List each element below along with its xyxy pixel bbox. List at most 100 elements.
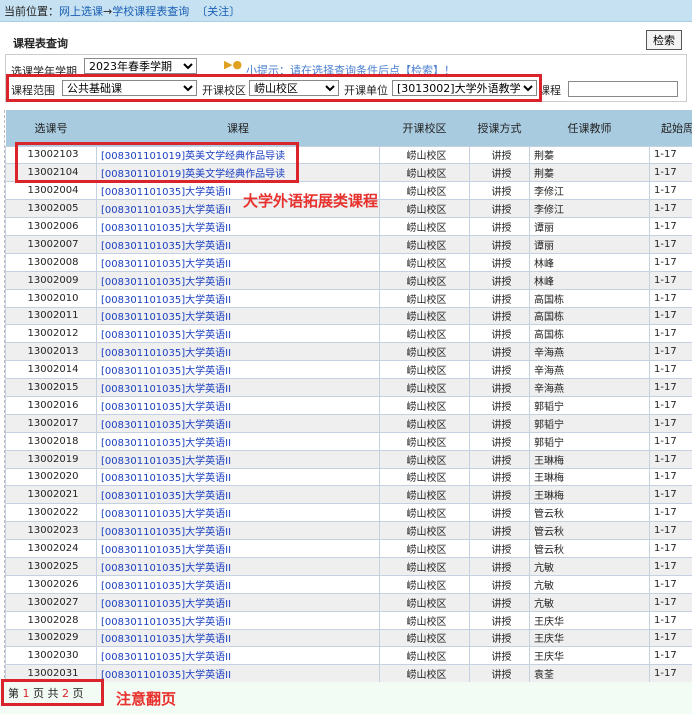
course-link[interactable]: [008301101035]大学英语II [101, 348, 231, 359]
cell-teacher: 谭丽 [529, 217, 650, 236]
search-button[interactable]: 检索 [646, 30, 682, 50]
course-link[interactable]: [008301101035]大学英语II [101, 599, 231, 610]
cell-selection-id: 13002018 [5, 431, 97, 451]
cell-weeks: 1-17 [649, 431, 692, 451]
cell-course-link: [008301101035]大学英语II [96, 574, 380, 594]
cell-weeks: 1-17 [649, 467, 692, 487]
course-link[interactable]: [008301101035]大学英语II [101, 205, 231, 216]
cell-method: 讲授 [469, 413, 530, 433]
table-row: 13002016 [008301101035]大学英语II 崂山校区 讲授 郭韬宁 1-1… [5, 395, 692, 415]
breadcrumb-label: 当前位置： [4, 5, 59, 18]
course-link[interactable]: [008301101035]大学英语II [101, 438, 231, 449]
cell-weeks: 1-17 [649, 217, 692, 236]
header-col-course: 课程 [96, 110, 380, 146]
course-link[interactable]: [008301101035]大学英语II [101, 456, 231, 467]
table-row: 13002028 [008301101035]大学英语II 崂山校区 讲授 王庆华 1-1… [5, 610, 692, 630]
cell-method: 讲授 [469, 342, 530, 362]
cell-course-link: [008301101035]大学英语II [96, 342, 380, 362]
course-link[interactable]: [008301101035]大学英语II [101, 312, 231, 323]
cell-weeks: 1-17 [649, 360, 692, 380]
cell-selection-id: 13002006 [5, 217, 97, 236]
course-link[interactable]: [008301101035]大学英语II [101, 259, 231, 270]
cell-selection-id: 13002014 [5, 360, 97, 380]
cell-campus: 崂山校区 [379, 252, 470, 272]
cell-teacher: 李修江 [529, 199, 650, 219]
course-link[interactable]: [008301101035]大学英语II [101, 509, 231, 520]
cell-method: 讲授 [469, 217, 530, 236]
cell-teacher: 王庆华 [529, 646, 650, 666]
cell-teacher: 王庆华 [529, 628, 650, 648]
course-link[interactable]: [008301101035]大学英语II [101, 634, 231, 645]
table-row: 13002031 [008301101035]大学英语II 崂山校区 讲授 袁荃 1-17 [5, 664, 692, 684]
cell-weeks: 1-17 [649, 556, 692, 576]
page-title: 课程表查询 [13, 37, 68, 50]
course-link[interactable]: [008301101035]大学英语II [101, 617, 231, 628]
cell-weeks: 1-17 [649, 234, 692, 254]
course-link[interactable]: [008301101035]大学英语II [101, 241, 231, 252]
course-link[interactable]: [008301101035]大学英语II [101, 545, 231, 556]
cell-campus: 崂山校区 [379, 270, 470, 290]
course-link[interactable]: [008301101035]大学英语II [101, 402, 231, 413]
cell-selection-id: 13002022 [5, 503, 97, 523]
cell-selection-id: 13002016 [5, 395, 97, 415]
cell-selection-id: 13002011 [5, 306, 97, 326]
course-link[interactable]: [008301101035]大学英语II [101, 652, 231, 663]
breadcrumb-link-online-selection[interactable]: 网上选课 [59, 5, 103, 18]
cell-campus: 崂山校区 [379, 574, 470, 594]
course-link[interactable]: [008301101035]大学英语II [101, 420, 231, 431]
cell-course-link: [008301101035]大学英语II [96, 306, 380, 326]
cell-teacher: 管云秋 [529, 539, 650, 558]
course-link[interactable]: [008301101035]大学英语II [101, 187, 231, 198]
cell-weeks: 1-17 [649, 628, 692, 648]
cell-campus: 崂山校区 [379, 181, 470, 201]
cell-course-link: [008301101035]大学英语II [96, 467, 380, 487]
table-row: 13002008 [008301101035]大学英语II 崂山校区 讲授 林峰 1-17 [5, 252, 692, 272]
course-link[interactable]: [008301101035]大学英语II [101, 223, 231, 234]
cell-course-link: [008301101035]大学英语II [96, 234, 380, 254]
cell-campus: 崂山校区 [379, 378, 470, 397]
cell-course-link: [008301101035]大学英语II [96, 324, 380, 344]
cell-campus: 崂山校区 [379, 234, 470, 254]
course-link[interactable]: [008301101035]大学英语II [101, 670, 231, 681]
cell-method: 讲授 [469, 378, 530, 397]
table-row: 13002014 [008301101035]大学英语II 崂山校区 讲授 辛海燕 1-1… [5, 360, 692, 380]
course-link[interactable]: [008301101035]大学英语II [101, 581, 231, 592]
cell-method: 讲授 [469, 234, 530, 254]
course-input[interactable] [568, 81, 678, 97]
cell-method: 讲授 [469, 360, 530, 380]
cell-teacher: 管云秋 [529, 503, 650, 523]
table-row: 13002019 [008301101035]大学英语II 崂山校区 讲授 王琳梅 1-1… [5, 449, 692, 469]
course-link[interactable]: [008301101035]大学英语II [101, 384, 231, 395]
cell-method: 讲授 [469, 145, 530, 165]
course-link[interactable]: [008301101035]大学英语II [101, 277, 231, 288]
cell-course-link: [008301101035]大学英语II [96, 539, 380, 558]
course-link[interactable]: [008301101035]大学英语II [101, 491, 231, 502]
cell-campus: 崂山校区 [379, 360, 470, 380]
cell-weeks: 1-17 [649, 610, 692, 630]
course-link[interactable]: [008301101035]大学英语II [101, 330, 231, 341]
course-link[interactable]: [008301101035]大学英语II [101, 473, 231, 484]
cell-selection-id: 13002027 [5, 592, 97, 612]
cell-course-link: [008301101035]大学英语II [96, 646, 380, 666]
cell-teacher: 王琳梅 [529, 449, 650, 469]
course-link[interactable]: [008301101035]大学英语II [101, 527, 231, 538]
cell-selection-id: 13002007 [5, 234, 97, 254]
cell-selection-id: 13002023 [5, 521, 97, 541]
cell-teacher: 郭韬宁 [529, 431, 650, 451]
cell-method: 讲授 [469, 610, 530, 630]
cell-weeks: 1-17 [649, 181, 692, 201]
cell-campus: 崂山校区 [379, 288, 470, 308]
course-link[interactable]: [008301101035]大学英语II [101, 563, 231, 574]
cell-method: 讲授 [469, 556, 530, 576]
term-select[interactable]: 2023年春季学期 [84, 58, 197, 74]
breadcrumb-link-schedule-query[interactable]: 学校课程表查询 [112, 5, 189, 18]
follow-link[interactable]: 〔关注〕 [196, 5, 240, 18]
cell-campus: 崂山校区 [379, 395, 470, 415]
course-link[interactable]: [008301101035]大学英语II [101, 366, 231, 377]
cell-course-link: [008301101035]大学英语II [96, 413, 380, 433]
course-link[interactable]: [008301101035]大学英语II [101, 295, 231, 306]
cell-teacher: 高国栋 [529, 324, 650, 344]
cell-campus: 崂山校区 [379, 556, 470, 576]
cell-teacher: 王琳梅 [529, 467, 650, 487]
cell-teacher: 辛海燕 [529, 342, 650, 362]
